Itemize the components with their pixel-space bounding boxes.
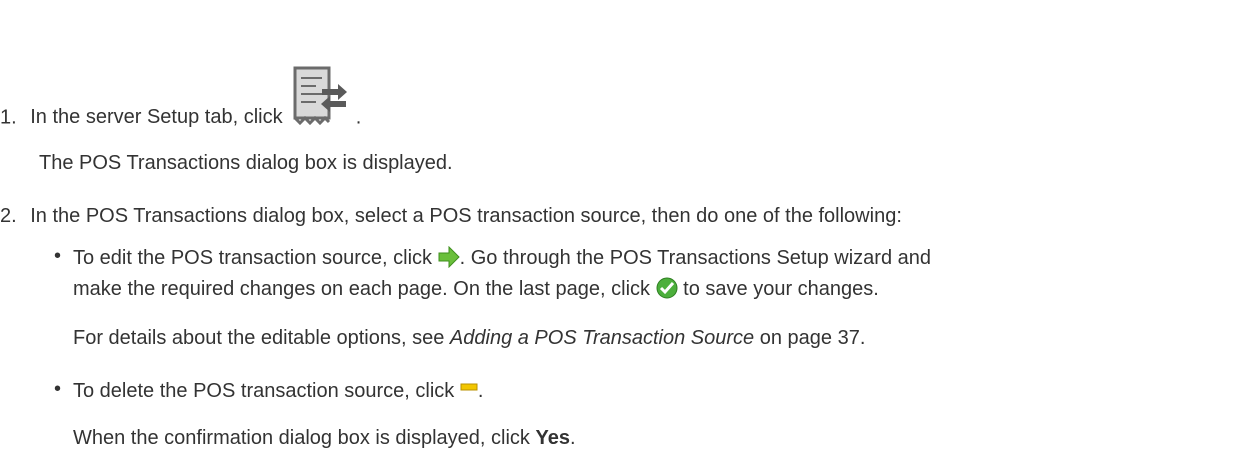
details-text-after: on page 37.: [759, 327, 866, 349]
details-link[interactable]: Adding a POS Transaction Source: [450, 327, 754, 349]
bullet-1-text-b: . Go through the POS Transactions Setup …: [459, 247, 932, 269]
step-1-result: The POS Transactions dialog box is displ…: [39, 152, 453, 174]
step-2: 2. In the POS Transactions dialog box, s…: [0, 203, 902, 229]
bullet-1-text-d: to save your changes.: [683, 278, 879, 300]
bullet-marker-1: •: [54, 245, 62, 267]
bullet-marker-2: •: [54, 378, 62, 400]
document-page: 1. In the server Setup tab, click . The …: [0, 0, 1250, 465]
step-1: 1. In the server Setup tab, click .: [0, 66, 362, 149]
step-1-number: 1.: [0, 106, 17, 129]
bullet-1-details: For details about the editable options, …: [73, 325, 865, 351]
bullet-1-line-1: To edit the POS transaction source, clic…: [73, 245, 931, 271]
confirm-text-after: .: [569, 427, 576, 449]
step-1-period: .: [355, 106, 362, 129]
bullet-1-text-c: make the required changes on each page. …: [73, 278, 651, 300]
yellow-minus-icon[interactable]: [460, 377, 478, 395]
pos-transactions-icon[interactable]: [292, 65, 350, 127]
bullet-2-text-a: To delete the POS transaction source, cl…: [73, 380, 455, 402]
step-1-text: In the server Setup tab, click: [30, 106, 283, 129]
yes-label: Yes: [535, 427, 570, 449]
green-check-icon[interactable]: [656, 277, 678, 299]
green-arrow-icon[interactable]: [438, 245, 460, 268]
bullet-2-text-b: .: [477, 380, 484, 402]
step-2-number: 2.: [0, 205, 17, 227]
bullet-1-line-2: make the required changes on each page. …: [73, 276, 879, 302]
confirm-text-before: When the confirmation dialog box is disp…: [73, 427, 530, 449]
bullet-2-line: To delete the POS transaction source, cl…: [73, 378, 483, 404]
bullet-1-text-a: To edit the POS transaction source, clic…: [73, 247, 433, 269]
step-2-text: In the POS Transactions dialog box, sele…: [30, 205, 902, 227]
details-text-before: For details about the editable options, …: [73, 327, 445, 349]
bullet-2-confirm: When the confirmation dialog box is disp…: [73, 425, 576, 451]
